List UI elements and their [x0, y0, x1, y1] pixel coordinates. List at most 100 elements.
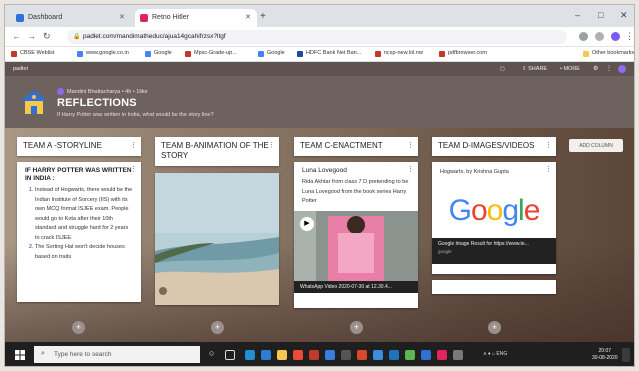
video-thumbnail[interactable]: ▶: [294, 210, 418, 281]
add-column-button[interactable]: ADD COLUMN: [569, 139, 623, 152]
column-header[interactable]: TEAM C-ENACTMENT ⋮: [294, 137, 418, 156]
bookmark-icon: [11, 51, 17, 57]
column-header[interactable]: TEAM A -STORYLINE ⋮: [17, 137, 141, 156]
bookmark-label: ncsp-new.lol.nw: [384, 50, 423, 56]
link-preview[interactable]: Google Image Result for https://www.te..…: [432, 237, 556, 264]
file-explorer-icon[interactable]: [277, 350, 287, 360]
screen: Dashboard ✕ Retno Hitler ✕ + – □ ✕ ← → ↻…: [4, 4, 635, 367]
column-title: TEAM A -STORYLINE: [23, 141, 102, 150]
bookmark-item[interactable]: pdfbrowser.com: [439, 50, 487, 57]
bookmark-icon: [145, 51, 151, 57]
bookmark-item[interactable]: HDFC Bank Net Ban...: [297, 50, 362, 57]
taskbar-search-input[interactable]: ⌕ Type here to search: [34, 346, 200, 363]
lock-icon: 🔒: [73, 34, 81, 40]
bookmark-icon: [439, 51, 445, 57]
video-caption: WhatsApp Video 2020-07-30 at 12.30.4...: [294, 280, 418, 293]
back-icon[interactable]: ←: [12, 31, 21, 41]
app-icon[interactable]: [421, 350, 431, 360]
edge-icon[interactable]: [245, 350, 255, 360]
powerpoint-icon[interactable]: [357, 350, 367, 360]
menu-icon[interactable]: ⋮: [625, 31, 634, 42]
app-icon[interactable]: [373, 350, 383, 360]
close-icon[interactable]: ✕: [245, 13, 251, 21]
add-post-button[interactable]: +: [211, 321, 224, 334]
bookmark-item[interactable]: CBSE Weblist: [11, 50, 54, 57]
column-header[interactable]: TEAM D-IMAGES/VIDEOS ⋮: [432, 137, 556, 156]
post-body: Instead of Hogwarts, there would be the …: [17, 186, 141, 266]
more-menu-icon[interactable]: ⋮: [545, 141, 552, 151]
bookmark-item[interactable]: Mpsc-Grade-up...: [185, 50, 237, 57]
tab-label: Retno Hitler: [152, 14, 189, 21]
system-tray[interactable]: ∧ ♦ ⌂ ENG: [483, 351, 507, 357]
tab-label: Dashboard: [28, 14, 63, 21]
column-header[interactable]: TEAM B-ANIMATION OF THE STORY ⋮: [155, 137, 279, 166]
clock-time: 20:07: [598, 348, 612, 354]
post-card[interactable]: ⋮ IF HARRY POTTER WAS WRITTEN IN INDIA :…: [17, 162, 141, 302]
app-icon[interactable]: [341, 350, 351, 360]
windows-start-icon[interactable]: [15, 350, 25, 360]
task-view-icon[interactable]: [225, 350, 235, 360]
google-image[interactable]: Google: [432, 181, 556, 238]
notification-icon[interactable]: [622, 348, 630, 362]
add-post-button[interactable]: +: [72, 321, 85, 334]
forward-icon[interactable]: →: [27, 31, 36, 41]
link-source: google: [438, 248, 452, 254]
app-icon[interactable]: [437, 350, 447, 360]
close-icon[interactable]: ✕: [119, 13, 125, 21]
post-card[interactable]: ⋮ Hogwarts, by Krishna Gupta Google Goog…: [432, 162, 556, 274]
post-card[interactable]: ⋮ Luna Lovegood Rida Akhtar from class 7…: [294, 162, 418, 308]
add-post-button[interactable]: +: [350, 321, 363, 334]
extension-icon[interactable]: [595, 32, 604, 41]
app-icon[interactable]: [405, 350, 415, 360]
settings-icon[interactable]: ⚙: [593, 65, 598, 72]
profile-avatar[interactable]: [611, 32, 620, 41]
post-card[interactable]: [432, 280, 556, 294]
bookmark-item[interactable]: ncsp-new.lol.nw: [375, 50, 423, 57]
more-menu-icon[interactable]: ⋮: [130, 165, 137, 173]
more-menu-icon[interactable]: ⋮: [407, 165, 414, 173]
dashboard-favicon-icon: [16, 14, 24, 22]
bookmark-item[interactable]: Google: [145, 50, 172, 57]
bookmark-icon: [258, 51, 264, 57]
bookmark-label: HDFC Bank Net Ban...: [306, 50, 362, 56]
author-avatar: [57, 88, 64, 95]
tab-dashboard[interactable]: Dashboard ✕: [11, 9, 131, 27]
close-window-button[interactable]: ✕: [620, 10, 628, 21]
app-icon[interactable]: [325, 350, 335, 360]
app-icon[interactable]: [309, 350, 319, 360]
maximize-button[interactable]: □: [598, 10, 603, 20]
other-bookmarks[interactable]: Other bookmarks: [583, 50, 634, 57]
tray-icon[interactable]: ▢: [500, 66, 505, 72]
word-icon[interactable]: [261, 350, 271, 360]
app-icon[interactable]: [453, 350, 463, 360]
minimize-button[interactable]: –: [575, 10, 580, 20]
more-menu-icon[interactable]: ⋮: [130, 141, 137, 151]
cortana-icon[interactable]: ○: [209, 348, 219, 358]
clock[interactable]: 20:07 30-08-2020: [592, 348, 618, 362]
tab-padlet[interactable]: Retno Hitler ✕: [135, 9, 257, 27]
padlet-favicon-icon: [140, 14, 148, 22]
more-menu-icon[interactable]: ⋮: [407, 141, 414, 151]
house-logo-icon: [21, 90, 47, 114]
new-tab-button[interactable]: +: [260, 11, 266, 22]
padlet-logo-text[interactable]: padlet: [13, 66, 28, 72]
star-icon[interactable]: [579, 32, 588, 41]
add-post-button[interactable]: +: [488, 321, 501, 334]
more-menu-icon[interactable]: ⋮: [606, 65, 612, 72]
post-card[interactable]: [155, 173, 279, 305]
reload-icon[interactable]: ↻: [43, 31, 51, 42]
bookmark-item[interactable]: www.google.co.in: [77, 50, 129, 57]
user-avatar[interactable]: [618, 65, 626, 73]
bookmark-item[interactable]: Google: [258, 50, 285, 57]
padlet-topbar: padlet ▢ ⇪ SHARE • MORE ⚙ ⋮: [5, 62, 634, 76]
more-menu-icon[interactable]: ⋮: [268, 141, 275, 151]
chrome-icon[interactable]: [293, 350, 303, 360]
url-field[interactable]: 🔒 padlet.com/mandimatheduc/ajua14gcahifr…: [67, 30, 567, 44]
more-button[interactable]: • MORE: [560, 66, 580, 72]
share-button[interactable]: ⇪ SHARE: [522, 66, 547, 72]
play-icon[interactable]: ▶: [300, 216, 314, 231]
link-title: Google Image Result for https://www.te..…: [438, 240, 529, 247]
app-icon[interactable]: [389, 350, 399, 360]
more-menu-icon[interactable]: ⋮: [545, 165, 552, 173]
author-text: Mandini Bhattacharya • 4h • 1like: [67, 88, 148, 95]
